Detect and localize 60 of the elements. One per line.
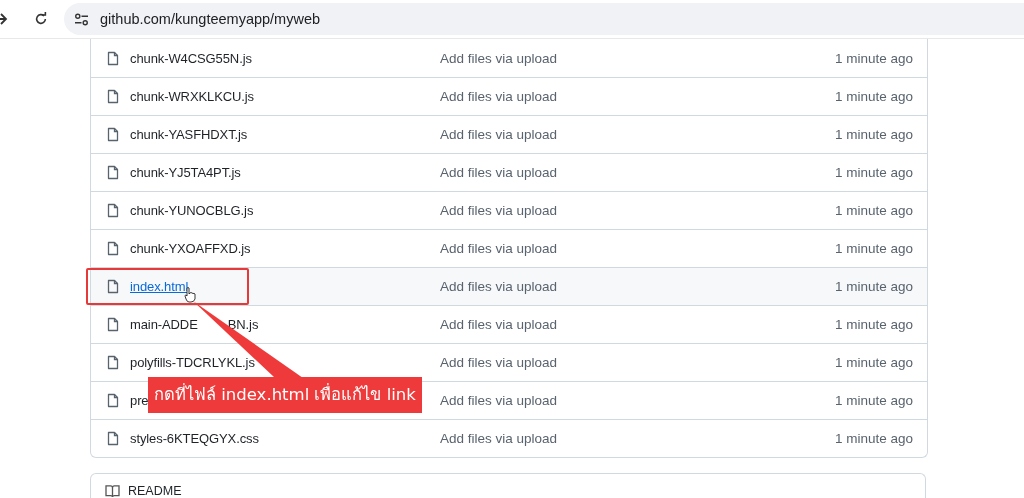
file-row[interactable]: chunk-W4CSG55N.js Add files via upload 1 minute ago	[91, 39, 927, 77]
file-row[interactable]: chunk-YASFHDXT.js Add files via upload 1 minute ago	[91, 115, 927, 153]
callout-label: กดที่ไฟล์ index.html เพื่อแก้ไข link	[148, 377, 422, 413]
file-row[interactable]: chunk-YUNOCBLG.js Add files via upload 1 minute ago	[91, 191, 927, 229]
file-icon	[107, 431, 119, 446]
file-icon	[107, 317, 119, 332]
file-name[interactable]: chunk-YASFHDXT.js	[130, 127, 248, 142]
commit-time: 1 minute ago	[833, 393, 914, 408]
file-icon	[107, 241, 119, 256]
file-icon	[107, 279, 119, 294]
url-text: github.com/kungteemyapp/myweb	[100, 11, 321, 27]
file-name[interactable]: chunk-WRXKLKCU.js	[130, 89, 254, 104]
file-name[interactable]: BN.js	[227, 317, 259, 332]
commit-time: 1 minute ago	[833, 89, 914, 104]
forward-icon[interactable]	[0, 12, 8, 26]
file-name[interactable]: chunk-YJ5TA4PT.js	[130, 165, 241, 180]
file-icon	[107, 50, 119, 66]
file-icon	[107, 203, 119, 218]
file-name[interactable]: styles-6KTEQGYX.css	[130, 431, 259, 446]
commit-message[interactable]: Add files via upload	[440, 355, 740, 370]
file-name[interactable]: chunk-YXOAFFXD.js	[130, 241, 251, 256]
file-row[interactable]: index.html Add files via upload 1 minute ago	[91, 267, 927, 305]
file-row[interactable]: chunk-WRXKLKCU.js Add files via upload 1 minute ago	[91, 77, 927, 115]
commit-time: 1 minute ago	[833, 50, 914, 66]
commit-message[interactable]: Add files via upload	[440, 203, 740, 218]
commit-time: 1 minute ago	[833, 203, 914, 218]
commit-message[interactable]: Add files via upload	[440, 393, 740, 408]
file-row[interactable]: chunk-YJ5TA4PT.js Add files via upload 1 minute ago	[91, 153, 927, 191]
file-icon	[107, 165, 119, 180]
commit-message[interactable]: Add files via upload	[440, 50, 740, 66]
commit-message[interactable]: Add files via upload	[440, 127, 740, 142]
file-name[interactable]: chunk-W4CSG55N.js	[130, 50, 252, 66]
commit-time: 1 minute ago	[833, 317, 914, 332]
commit-message[interactable]: Add files via upload	[440, 317, 740, 332]
file-name[interactable]: pre	[130, 393, 149, 408]
commit-time: 1 minute ago	[833, 431, 914, 446]
commit-time: 1 minute ago	[833, 165, 914, 180]
file-name[interactable]: index.html	[130, 279, 189, 294]
site-settings-icon[interactable]	[74, 12, 89, 26]
file-name[interactable]: main-ADDE	[130, 317, 198, 332]
commit-message[interactable]: Add files via upload	[440, 165, 740, 180]
commit-message[interactable]: Add files via upload	[440, 241, 740, 256]
file-name[interactable]: polyfills-TDCRLYKL.js	[130, 355, 255, 370]
book-icon	[105, 485, 120, 498]
file-icon	[107, 393, 119, 408]
readme-heading: README	[128, 485, 182, 498]
commit-time: 1 minute ago	[833, 355, 914, 370]
file-icon	[107, 355, 119, 370]
commit-time: 1 minute ago	[833, 279, 914, 294]
commit-message[interactable]: Add files via upload	[440, 89, 740, 104]
commit-time: 1 minute ago	[833, 127, 914, 142]
address-bar[interactable]: github.com/kungteemyapp/myweb	[64, 3, 1024, 35]
commit-message[interactable]: Add files via upload	[440, 279, 740, 294]
file-name[interactable]: chunk-YUNOCBLG.js	[130, 203, 254, 218]
reload-icon[interactable]	[34, 12, 48, 26]
commit-time: 1 minute ago	[833, 241, 914, 256]
commit-message[interactable]: Add files via upload	[440, 431, 740, 446]
file-icon	[107, 89, 119, 104]
file-row[interactable]: styles-6KTEQGYX.css Add files via upload 1 minute ago	[91, 419, 927, 457]
file-icon	[107, 127, 119, 142]
